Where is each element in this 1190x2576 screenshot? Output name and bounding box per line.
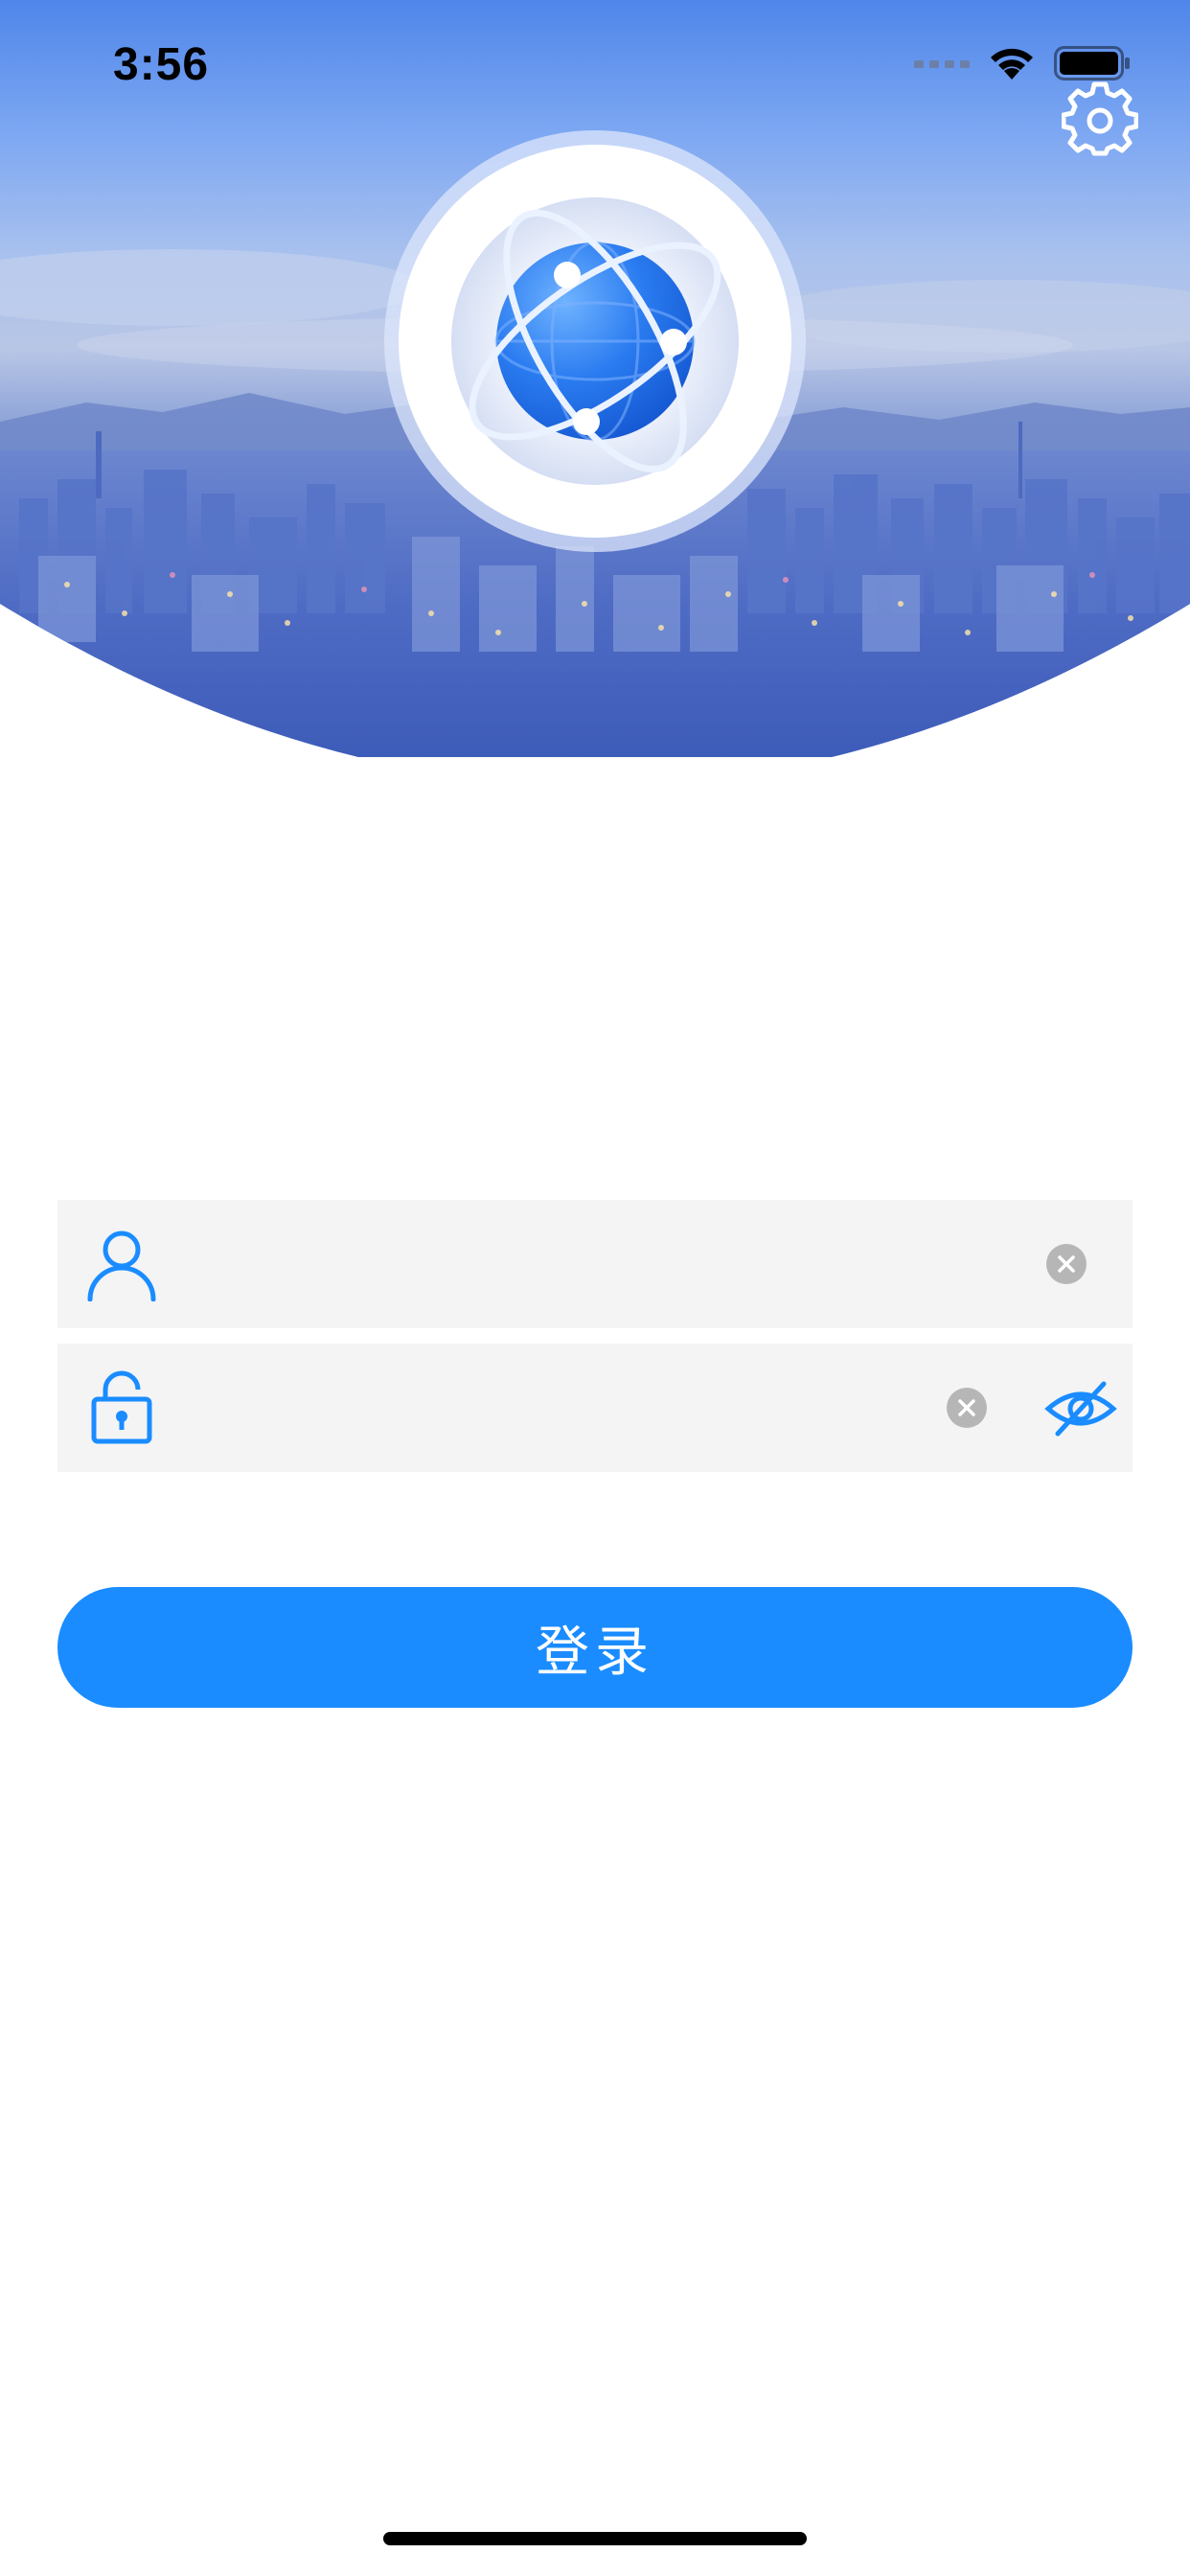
clear-circle-x-icon [1058, 1255, 1075, 1273]
login-button[interactable]: 登录 [57, 1587, 1133, 1708]
globe-orbit-logo [384, 130, 806, 552]
cellular-signal-icon [914, 60, 970, 68]
eye-slash-icon [1044, 1381, 1117, 1437]
username-input[interactable] [201, 1200, 1064, 1328]
toggle-password-visibility-button[interactable] [1044, 1372, 1117, 1445]
password-input[interactable] [201, 1344, 968, 1472]
password-field [57, 1344, 1133, 1472]
battery-icon [1054, 46, 1130, 80]
gear-icon [1061, 81, 1139, 156]
status-icons [914, 42, 1131, 84]
clear-circle-x-icon [958, 1399, 975, 1416]
username-clear-button[interactable] [1046, 1244, 1087, 1284]
app-logo [383, 129, 807, 553]
login-screen: 3:56 登录 [0, 0, 1190, 2576]
wifi-icon [991, 48, 1033, 80]
username-field [57, 1200, 1133, 1328]
status-time: 3:56 [113, 39, 210, 90]
settings-button[interactable] [1061, 80, 1139, 157]
lock-icon [91, 1370, 152, 1444]
user-icon [87, 1230, 156, 1301]
home-indicator[interactable] [383, 2532, 807, 2545]
password-clear-button[interactable] [947, 1388, 987, 1428]
